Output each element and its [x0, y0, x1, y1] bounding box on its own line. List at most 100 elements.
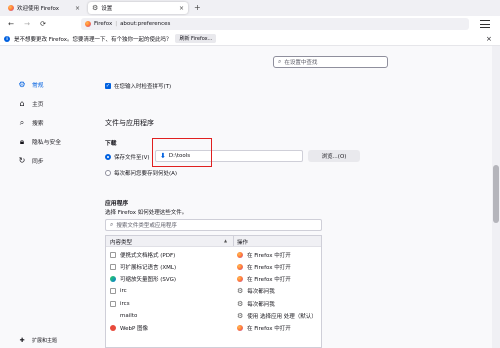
highlight-box [152, 138, 212, 167]
firefox-icon [237, 325, 243, 332]
firefox-icon [237, 263, 243, 270]
home-icon: ⌂ [19, 99, 25, 108]
applications-title: 应用程序 [105, 201, 129, 207]
action-cell[interactable]: ⚙ 使用 选择应用 处理（默认） [237, 312, 317, 321]
save-to-option[interactable]: 保存文件至(V) [105, 153, 150, 161]
action-cell[interactable]: 在 Firefox 中打开 [237, 275, 291, 283]
action-cell[interactable]: 在 Firefox 中打开 [237, 263, 291, 271]
col-action-header[interactable]: 操作 [237, 238, 248, 246]
action-cell[interactable]: ⚙ 每次都问我 [237, 300, 275, 308]
sidebar-item-privacy[interactable]: 🔒︎ 隐私与安全 [18, 136, 61, 147]
radio-unselected[interactable] [105, 170, 111, 176]
column-divider [233, 236, 234, 246]
action-cell[interactable]: ⚙ 每次都问我 [237, 287, 275, 296]
tab-settings[interactable]: ⚙ 设置 × [88, 2, 188, 14]
scrollbar-thumb[interactable] [493, 165, 499, 223]
sidebar-item-sync[interactable]: ↻ 同步 [18, 156, 44, 165]
close-icon[interactable]: × [75, 5, 80, 12]
back-button[interactable]: ← [6, 19, 16, 29]
downloads-title: 下载 [105, 141, 117, 147]
sidebar-item-search[interactable]: ⌕ 搜索 [18, 117, 44, 128]
radio-selected[interactable] [105, 154, 111, 160]
type-cell: ircs [110, 300, 130, 307]
action-label: 每次都问我 [247, 301, 275, 308]
url-browser-label: Firefox [94, 21, 113, 27]
apps-search-input[interactable]: ⌕ 搜索文件类型或应用程序 [105, 219, 322, 231]
new-tab-button[interactable]: + [194, 3, 201, 12]
gear-icon: ⚙ [237, 299, 244, 308]
document-icon [110, 263, 116, 270]
firefox-icon [85, 21, 91, 27]
gear-icon: ⚙ [237, 312, 244, 320]
action-label: 在 Firefox 中打开 [247, 252, 291, 259]
tab-label: 设置 [101, 6, 113, 12]
document-icon [110, 288, 116, 295]
gear-icon: ⚙ [18, 80, 26, 89]
ask-option[interactable]: 每次都问您要存到何处(A) [105, 169, 177, 177]
url-separator: | [115, 21, 118, 27]
sync-icon: ↻ [18, 156, 26, 165]
ask-label: 每次都问您要存到何处(A) [114, 171, 178, 177]
type-label: 便携式文档格式 (PDF) [120, 252, 176, 259]
section-title: 文件与应用程序 [105, 119, 154, 127]
type-label: 可缩放矢量图形 (SVG) [120, 277, 177, 284]
table-row[interactable]: 可缩放矢量图形 (SVG) 在 Firefox 中打开 [106, 274, 321, 285]
table-row[interactable]: WebP 图像 在 Firefox 中打开 [106, 323, 321, 334]
table-row[interactable]: 可扩展标记语言 (XML) 在 Firefox 中打开 [106, 261, 321, 272]
firefox-icon [237, 276, 243, 283]
action-cell[interactable]: 在 Firefox 中打开 [237, 251, 291, 259]
table-row[interactable]: 便携式文档格式 (PDF) 在 Firefox 中打开 [106, 249, 321, 260]
action-cell[interactable]: 在 Firefox 中打开 [237, 324, 291, 332]
sidebar-item-label: 常规 [32, 83, 44, 89]
spellcheck-option[interactable]: ✓ 在您输入时检查拼写(T) [105, 82, 171, 90]
refresh-firefox-button[interactable]: 刷新 Firefox... [175, 34, 217, 43]
action-label: 每次都问我 [247, 289, 275, 296]
tab-welcome[interactable]: 欢迎使用 Firefox × [4, 2, 84, 14]
reload-button[interactable]: ⟳ [38, 19, 48, 29]
apps-table: 内容类型 ▲ 操作 便携式文档格式 (PDF) 在 Firefox 中打开 可扩展标… [105, 235, 322, 348]
info-icon: i [4, 35, 10, 42]
search-preferences-input[interactable]: ⌕ 在设置中查找 [273, 56, 388, 68]
sidebar-item-label: 搜索 [32, 121, 44, 127]
notification-text: 是不想要更改 Firefox。您要清理一下、有个独你一起的使此吗？ [14, 36, 172, 43]
col-type-header[interactable]: 内容类型 [110, 238, 132, 246]
close-icon[interactable]: × [486, 35, 492, 43]
menu-icon[interactable] [480, 20, 490, 28]
tab-strip: 欢迎使用 Firefox × ⚙ 设置 × + [0, 0, 500, 16]
browse-button[interactable]: 浏览...(O) [308, 150, 360, 162]
sidebar-item-general[interactable]: ⚙ 常规 [18, 80, 44, 89]
url-bar[interactable]: Firefox | about:preferences [81, 18, 469, 30]
url-text: about:preferences [120, 21, 171, 27]
table-row[interactable]: irc ⚙ 每次都问我 [106, 286, 321, 297]
gear-icon: ⚙ [237, 287, 244, 296]
type-cell: WebP 图像 [110, 324, 148, 332]
forward-button[interactable]: → [22, 19, 32, 29]
table-header: 内容类型 ▲ 操作 [106, 236, 321, 247]
edge-icon [110, 276, 116, 283]
save-to-label: 保存文件至(V) [114, 155, 150, 161]
table-row[interactable]: mailto ⚙ 使用 选择应用 处理（默认） [106, 311, 321, 322]
close-icon[interactable]: × [179, 5, 184, 12]
firefox-icon [237, 251, 243, 258]
puzzle-icon: ✚ [19, 336, 25, 344]
search-icon: ⌕ [19, 117, 25, 127]
gear-icon: ⚙ [92, 4, 99, 12]
action-label: 在 Firefox 中打开 [247, 326, 291, 333]
type-label: WebP 图像 [120, 326, 149, 333]
type-label: 可扩展标记语言 (XML) [120, 264, 177, 271]
apps-search-placeholder: 搜索文件类型或应用程序 [116, 223, 177, 229]
notification-bar: i 是不想要更改 Firefox。您要清理一下、有个独你一起的使此吗？ 刷新 F… [0, 32, 500, 46]
search-icon: ⌕ [278, 58, 282, 65]
sidebar-item-label: 同步 [32, 159, 44, 165]
sidebar-item-extensions[interactable]: ✚ 扩展和主题 [18, 336, 57, 344]
type-cell: 可扩展标记语言 (XML) [110, 263, 176, 271]
action-label: 在 Firefox 中打开 [247, 277, 291, 284]
checkbox-checked-icon[interactable]: ✓ [105, 83, 111, 89]
applications-desc: 选择 Firefox 如何处理这些文件。 [105, 210, 188, 216]
type-label: mailto [120, 313, 138, 319]
sidebar-item-home[interactable]: ⌂ 主页 [18, 99, 43, 108]
action-label: 在 Firefox 中打开 [247, 264, 291, 271]
lock-icon: 🔒︎ [19, 136, 25, 146]
table-row[interactable]: ircs ⚙ 每次都问我 [106, 298, 321, 309]
sidebar-item-label: 隐私与安全 [32, 140, 61, 146]
